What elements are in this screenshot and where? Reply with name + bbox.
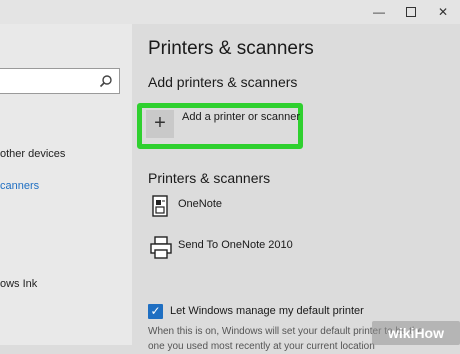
wikihow-watermark: wikiHow: [372, 321, 460, 345]
minimize-icon: —: [373, 5, 385, 19]
printer-name: OneNote: [178, 198, 223, 210]
page-title: Printers & scanners: [148, 38, 314, 59]
sidebar-item-printers-scanners[interactable]: canners: [0, 180, 39, 192]
close-icon: ✕: [437, 5, 449, 19]
main-content: Printers & scanners Add printers & scann…: [132, 24, 460, 352]
add-printer-label[interactable]: Add a printer or scanner: [182, 111, 300, 123]
maximize-icon: [406, 7, 416, 17]
search-icon[interactable]: [99, 74, 113, 88]
checkmark-icon: ✓: [150, 304, 161, 318]
printer-name: Send To OneNote 2010: [178, 239, 293, 251]
printers-section-title: Printers & scanners: [148, 170, 271, 186]
search-input[interactable]: [0, 68, 120, 94]
add-printer-button[interactable]: +: [146, 110, 174, 138]
sidebar: other devices canners ows Ink: [0, 24, 132, 345]
printer-icon: [150, 236, 172, 259]
title-bar: — ✕: [0, 0, 460, 24]
default-printer-label[interactable]: Let Windows manage my default printer: [170, 305, 364, 317]
default-printer-checkbox[interactable]: ✓: [148, 304, 163, 319]
close-button[interactable]: ✕: [435, 4, 451, 20]
plus-icon: +: [154, 112, 166, 134]
sidebar-item-other-devices[interactable]: other devices: [0, 148, 65, 160]
add-section-title: Add printers & scanners: [148, 74, 298, 90]
minimize-button[interactable]: —: [371, 4, 387, 20]
sidebar-item-windows-ink[interactable]: ows Ink: [0, 278, 37, 290]
onenote-printer-icon: [152, 195, 168, 217]
maximize-button[interactable]: [403, 4, 419, 20]
